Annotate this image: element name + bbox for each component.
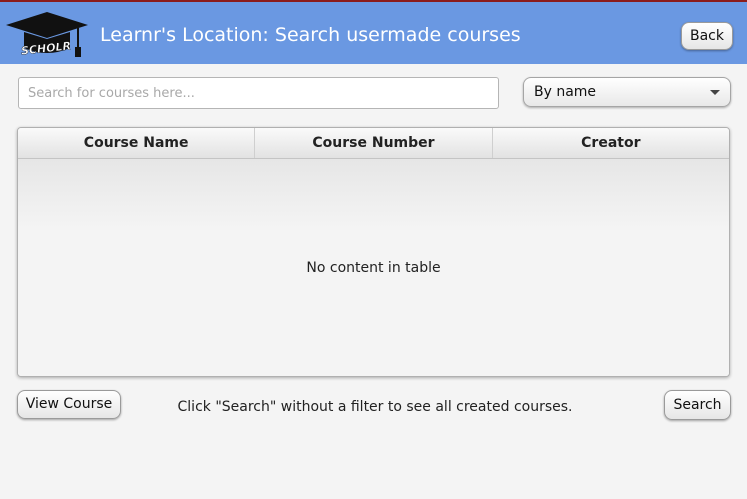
sort-by-selected-value: By name (534, 84, 597, 100)
table-body: No content in table (18, 159, 729, 376)
course-search-input[interactable] (18, 77, 499, 109)
table-header-row: Course Name Course Number Creator (18, 128, 729, 159)
column-header-course-name[interactable]: Course Name (18, 128, 256, 158)
view-course-button[interactable]: View Course (17, 390, 121, 419)
back-button[interactable]: Back (681, 22, 733, 50)
chevron-down-icon (710, 90, 720, 95)
column-header-course-number[interactable]: Course Number (255, 128, 493, 158)
graduation-cap-logo-icon: SCHOLR (6, 12, 88, 58)
column-header-creator[interactable]: Creator (493, 128, 729, 158)
header-bar: SCHOLR Learnr's Location: Search usermad… (0, 2, 747, 64)
search-hint-text: Click "Search" without a filter to see a… (177, 399, 573, 415)
courses-table[interactable]: Course Name Course Number Creator No con… (17, 127, 730, 377)
search-button[interactable]: Search (664, 390, 731, 420)
sort-by-dropdown[interactable]: By name (523, 77, 731, 107)
table-empty-message: No content in table (306, 260, 441, 276)
page-title: Learnr's Location: Search usermade cours… (100, 24, 521, 46)
